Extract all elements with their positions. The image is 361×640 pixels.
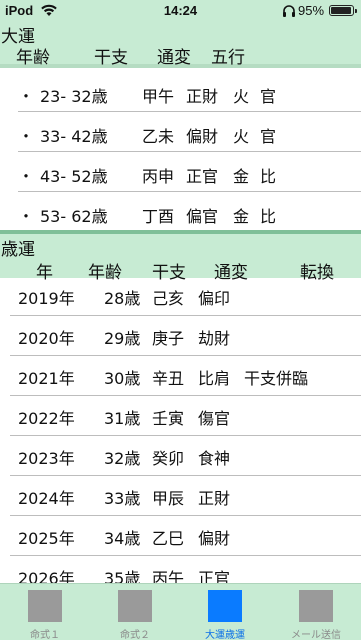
row-kanshi: 甲辰 [152,489,185,508]
row-gogyo: 火 [233,127,250,146]
row-tsuhen: 偏印 [198,289,231,308]
row-kanshi: 癸卯 [152,449,185,468]
row-kanshi: 壬寅 [152,409,185,428]
row-age: 28歳 [104,289,141,308]
row-extra: 比 [260,207,277,226]
tab-label: 命式２ [120,630,150,640]
tab-placeholder-icon [299,590,333,622]
row-kanshi: 辛丑 [152,369,185,388]
tab-bar: 命式１ 命式２ 大運歳運 メール送信 [0,583,361,640]
row-kanshi: 乙未 [142,127,175,146]
daiun-row: ・ 33- 42歳 乙未 偏財 火 官 [0,112,361,152]
row-age: 32歳 [104,449,141,468]
row-gogyo: 金 [233,207,250,226]
saiun-row: 2023年 32歳 癸卯 食神 [0,436,361,476]
row-age: 29歳 [104,329,141,348]
row-age: 53- 62歳 [40,207,108,226]
daiun-row: ・ 53- 62歳 丁酉 偏官 金 比 [0,192,361,232]
saiun-header: 歳運 年 年齢 干支 通変 転換 [0,230,361,283]
row-year: 2020年 [18,329,75,348]
row-extra: 官 [260,87,277,106]
saiun-row: 2022年 31歳 壬寅 傷官 [0,396,361,436]
row-bullet: ・ [18,207,35,226]
saiun-row: 2025年 34歳 乙巳 偏財 [0,516,361,556]
saiun-row: 2024年 33歳 甲辰 正財 [0,476,361,516]
tab-meishiki-1[interactable]: 命式１ [0,584,90,640]
row-bullet: ・ [18,127,35,146]
row-age: 30歳 [104,369,141,388]
tab-mail-send[interactable]: メール送信 [271,584,361,640]
row-tsuhen: 正財 [198,489,231,508]
daiun-col-tsuhen: 通変 [157,48,191,68]
row-kanshi: 丁酉 [142,207,175,226]
daiun-col-gogyo: 五行 [211,48,245,68]
tab-placeholder-icon [208,590,242,622]
row-gogyo: 金 [233,167,250,186]
battery-percent: 95% [298,3,325,18]
row-tsuhen: 偏財 [198,529,231,548]
row-age: 33- 42歳 [40,127,108,146]
tab-label: 大運歳運 [205,630,245,640]
daiun-col-kanshi: 干支 [94,48,128,68]
row-age: 33歳 [104,489,141,508]
saiun-title: 歳運 [1,240,35,260]
battery-icon [329,5,357,16]
row-tsuhen: 正官 [186,167,219,186]
row-kanshi: 己亥 [152,289,185,308]
row-tsuhen: 劫財 [198,329,231,348]
daiun-col-age: 年齢 [16,48,50,68]
row-tsuhen: 正財 [186,87,219,106]
daiun-header: 大運 年齢 干支 通変 五行 [0,22,361,68]
status-bar: iPod 14:24 95% [0,0,361,22]
row-year: 2025年 [18,529,75,548]
row-kanshi: 丙申 [142,167,175,186]
saiun-row: 2021年 30歳 辛丑 比肩 干支併臨 [0,356,361,396]
row-tsuhen: 傷官 [198,409,231,428]
tab-daiun-saiun[interactable]: 大運歳運 [180,584,270,640]
row-gogyo: 火 [233,87,250,106]
row-tsuhen: 比肩 [198,369,231,388]
tab-label: 命式１ [30,630,60,640]
row-tsuhen: 偏財 [186,127,219,146]
row-tenkan: 干支併臨 [244,369,309,388]
row-age: 34歳 [104,529,141,548]
daiun-row: ・ 23- 32歳 甲午 正財 火 官 [0,72,361,112]
row-kanshi: 乙巳 [152,529,185,548]
row-year: 2019年 [18,289,75,308]
row-year: 2021年 [18,369,75,388]
row-age: 43- 52歳 [40,167,108,186]
daiun-row: ・ 43- 52歳 丙申 正官 金 比 [0,152,361,192]
headphones-icon [283,5,295,17]
row-age: 31歳 [104,409,141,428]
tab-label: メール送信 [291,630,341,640]
row-age: 23- 32歳 [40,87,108,106]
row-bullet: ・ [18,167,35,186]
row-year: 2023年 [18,449,75,468]
row-year: 2022年 [18,409,75,428]
saiun-row: 2019年 28歳 己亥 偏印 [0,276,361,316]
tab-meishiki-2[interactable]: 命式２ [90,584,180,640]
row-bullet: ・ [18,87,35,106]
saiun-row: 2020年 29歳 庚子 劫財 [0,316,361,356]
row-kanshi: 甲午 [142,87,175,106]
row-kanshi: 庚子 [152,329,185,348]
row-extra: 比 [260,167,277,186]
row-tsuhen: 偏官 [186,207,219,226]
tab-placeholder-icon [118,590,152,622]
tab-placeholder-icon [28,590,62,622]
row-extra: 官 [260,127,277,146]
row-year: 2024年 [18,489,75,508]
row-tsuhen: 食神 [198,449,231,468]
